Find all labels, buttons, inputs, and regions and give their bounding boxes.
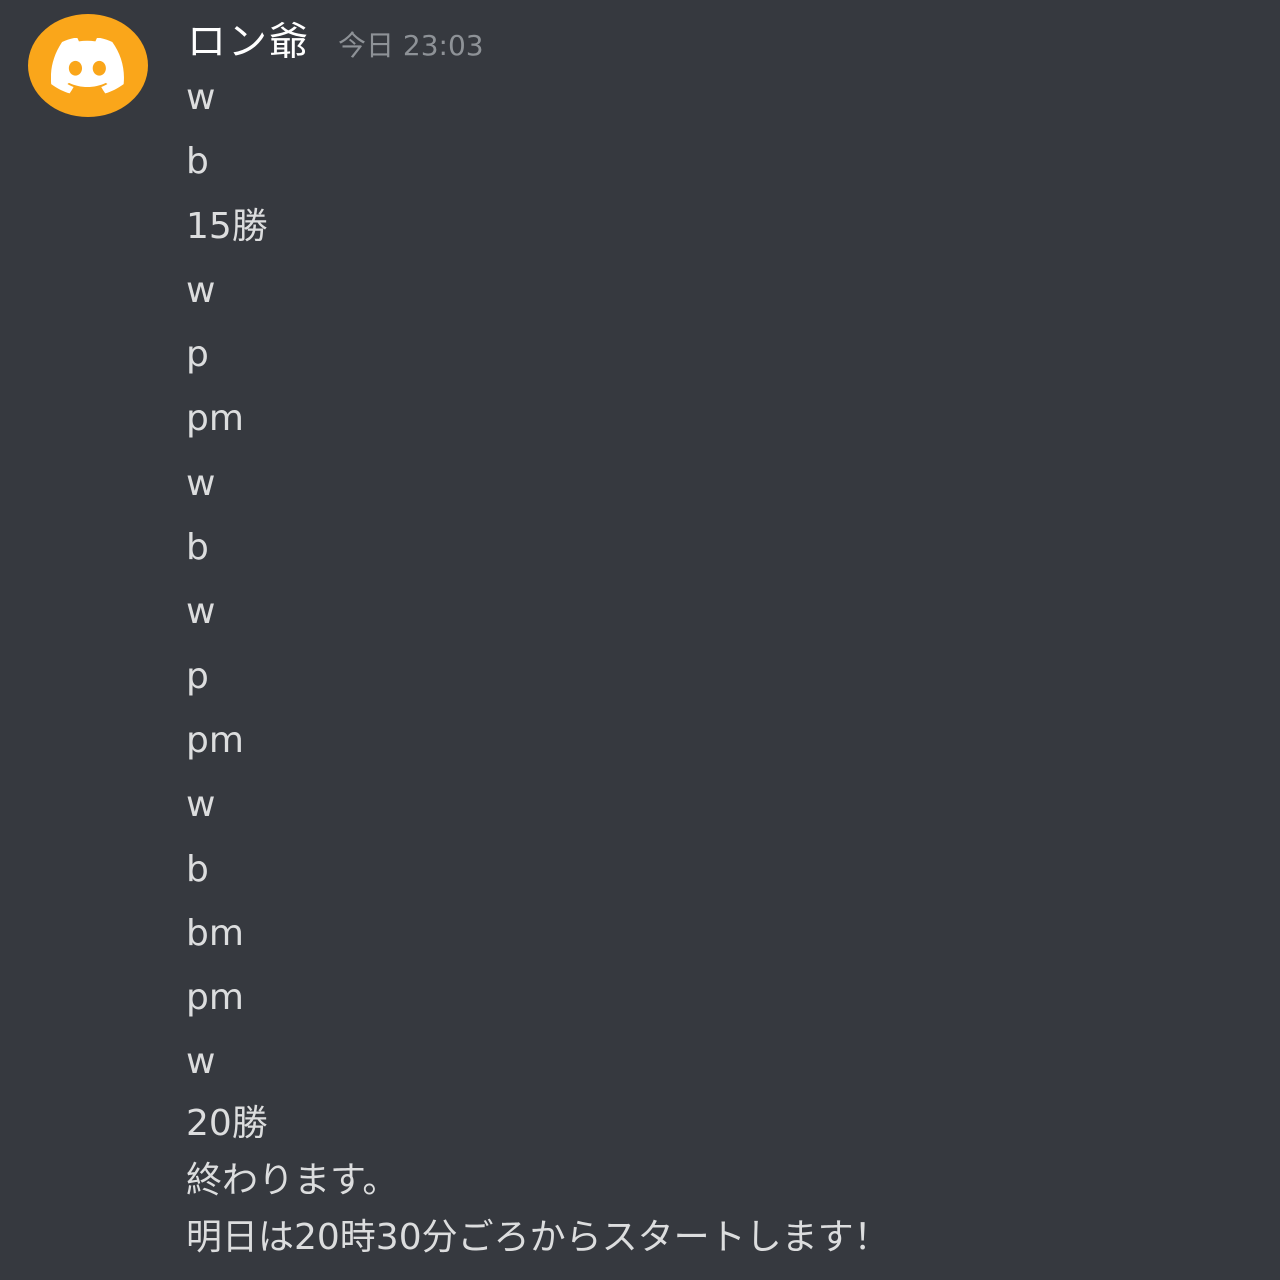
username[interactable]: ロン爺 — [187, 16, 310, 70]
message-line: w — [186, 591, 216, 633]
message-line: 15勝 — [186, 205, 268, 247]
message-line: w — [186, 1041, 216, 1083]
message-header: ロン爺 今日 23:03 — [187, 16, 484, 70]
message-line: b — [186, 527, 209, 569]
message-line: w — [186, 269, 216, 311]
message-line: bm — [186, 912, 244, 954]
message-content: w b 15勝 w p pm w b w p pm w b bm pm w 20… — [186, 66, 1246, 1266]
message-line: b — [186, 848, 209, 890]
message-line: 20勝 — [186, 1102, 268, 1144]
message-line: p — [186, 655, 209, 697]
avatar[interactable] — [28, 14, 148, 117]
discord-logo-icon — [51, 37, 124, 93]
message-line: 終わります。 — [186, 1159, 399, 1201]
message-line: 明日は20時30分ごろからスタートします！ — [186, 1216, 890, 1258]
message-line: pm — [186, 719, 244, 761]
message-line: b — [186, 141, 209, 183]
message-line: p — [186, 334, 209, 376]
chat-message: ロン爺 今日 23:03 w b 15勝 w p pm w b w p pm w… — [0, 0, 1280, 1280]
message-line: w — [186, 77, 216, 118]
message-line: pm — [186, 398, 244, 440]
timestamp[interactable]: 今日 23:03 — [338, 19, 484, 73]
message-line: w — [186, 784, 216, 826]
message-line: pm — [186, 977, 244, 1019]
message-line: w — [186, 462, 216, 504]
